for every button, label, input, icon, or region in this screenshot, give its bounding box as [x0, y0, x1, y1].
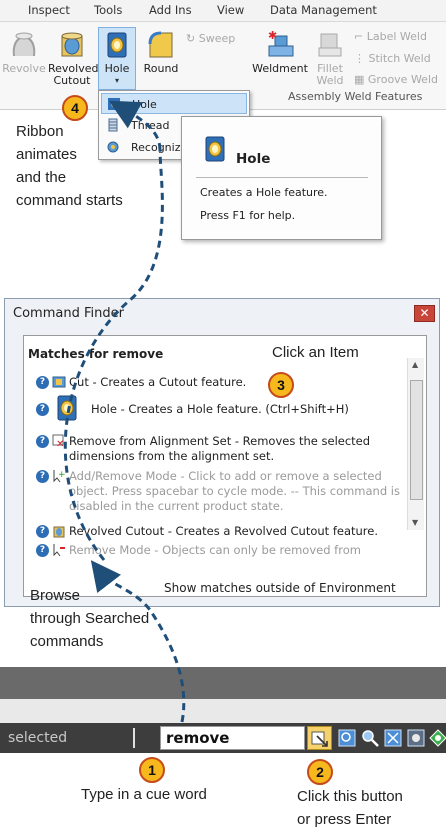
cut-icon	[52, 376, 66, 388]
scroll-down-icon[interactable]: ▼	[412, 518, 418, 527]
fillet-weld-button[interactable]: Fillet Weld	[312, 30, 348, 87]
matches-panel: Matches for remove Click an Item ? Cut -…	[23, 335, 427, 597]
matches-label: Matches for remove	[28, 347, 164, 361]
tooltip-title: Hole	[236, 151, 271, 167]
hole-dropdown-arrow-icon[interactable]: ▾	[99, 75, 135, 87]
round-button[interactable]: Round	[139, 30, 183, 75]
tooltip-help: Press F1 for help.	[200, 209, 296, 222]
groove-weld-icon: ▦	[354, 73, 365, 86]
hole-button[interactable]: Hole ▾	[99, 30, 135, 87]
help-icon[interactable]: ?	[36, 544, 49, 557]
scroll-up-icon[interactable]: ▲	[412, 360, 418, 369]
help-icon[interactable]: ?	[36, 470, 49, 483]
scrollbar-thumb[interactable]	[410, 380, 423, 500]
remove-mode-icon	[53, 544, 65, 557]
menu-add-ins[interactable]: Add Ins	[149, 3, 192, 17]
revolved-cutout-icon	[53, 526, 65, 538]
tooltip-description: Creates a Hole feature.	[200, 186, 328, 199]
close-icon[interactable]: ✕	[414, 305, 435, 322]
zoom-area-icon[interactable]	[337, 728, 357, 748]
label-weld-icon: ⌐	[354, 30, 364, 43]
hole-tooltip: Hole Creates a Hole feature. Press F1 fo…	[181, 116, 382, 240]
matches-scrollbar[interactable]: ▲ ▼	[407, 358, 424, 530]
step-badge-2: 2	[307, 759, 333, 785]
menu-inspect[interactable]: Inspect	[28, 3, 70, 17]
hole-icon	[107, 32, 127, 58]
menu-bar: Inspect Tools Add Ins View Data Manageme…	[0, 0, 446, 22]
sweep-button[interactable]: ↻ Sweep	[186, 32, 235, 45]
cue-word-note: Type in a cue word	[81, 786, 207, 803]
command-finder-button[interactable]	[307, 726, 332, 750]
command-search-input[interactable]: remove	[160, 726, 305, 750]
revolved-cutout-button[interactable]: Revolved Cutout	[48, 30, 98, 87]
fit-icon[interactable]	[383, 728, 403, 748]
status-divider	[133, 728, 135, 748]
help-icon[interactable]: ?	[36, 403, 49, 416]
revolve-icon	[12, 32, 36, 57]
sweep-icon: ↻	[186, 32, 196, 45]
remove-alignment-icon: ✕	[52, 434, 64, 448]
command-finder-window: Command Finder ✕ Matches for remove Clic…	[4, 298, 440, 607]
revolved-cutout-icon	[61, 32, 83, 57]
help-icon[interactable]: ?	[36, 525, 49, 538]
svg-text:+: +	[58, 470, 66, 480]
help-icon[interactable]: ?	[36, 376, 49, 389]
status-text: selected	[8, 730, 68, 746]
hole-icon	[205, 136, 225, 162]
navigation-icon[interactable]	[428, 728, 446, 748]
round-icon	[148, 31, 173, 58]
tooltip-divider	[196, 177, 368, 178]
command-finder-icon	[311, 731, 328, 747]
show-matches-outside-label[interactable]: Show matches outside of Environment	[164, 581, 396, 595]
hole-icon	[108, 98, 120, 110]
add-remove-mode-icon: +	[53, 470, 66, 483]
svg-text:✱: ✱	[268, 30, 277, 42]
zoom-icon[interactable]	[360, 728, 380, 748]
step-badge-3: 3	[268, 372, 294, 398]
view-orientation-icon[interactable]	[406, 728, 426, 748]
hole-icon	[57, 395, 77, 421]
svg-text:✕: ✕	[56, 439, 64, 448]
label-weld-button[interactable]: ⌐ Label Weld	[354, 30, 427, 43]
step-badge-4: 4	[62, 95, 88, 121]
window-bar	[0, 667, 446, 699]
fillet-weld-icon	[318, 33, 342, 57]
menu-data-management[interactable]: Data Management	[270, 3, 377, 17]
groove-weld-button[interactable]: ▦ Groove Weld	[354, 73, 438, 86]
step-badge-1: 1	[139, 757, 165, 783]
click-button-note: Click this button or press Enter	[297, 788, 403, 828]
browse-note: Browse through Searched commands	[30, 587, 150, 650]
menu-view[interactable]: View	[217, 3, 244, 17]
ribbon-note: Ribbon animates and the command starts	[16, 123, 123, 209]
revolve-button[interactable]: Revolve	[2, 30, 46, 75]
weldment-button[interactable]: ✱ Weldment	[252, 30, 308, 75]
click-item-note: Click an Item	[272, 344, 359, 361]
stitch-weld-button[interactable]: ⋮ Stitch Weld	[354, 52, 431, 65]
help-icon[interactable]: ?	[36, 435, 49, 448]
dropdown-item-hole[interactable]: Hole	[101, 93, 247, 114]
status-bar: selected remove	[0, 723, 446, 753]
menu-tools[interactable]: Tools	[94, 3, 122, 17]
stitch-weld-icon: ⋮	[354, 52, 365, 65]
weldment-icon: ✱	[268, 30, 294, 57]
bar-gap	[0, 699, 446, 723]
finder-title: Command Finder	[13, 306, 124, 321]
assembly-weld-group-label: Assembly Weld Features	[288, 90, 423, 103]
